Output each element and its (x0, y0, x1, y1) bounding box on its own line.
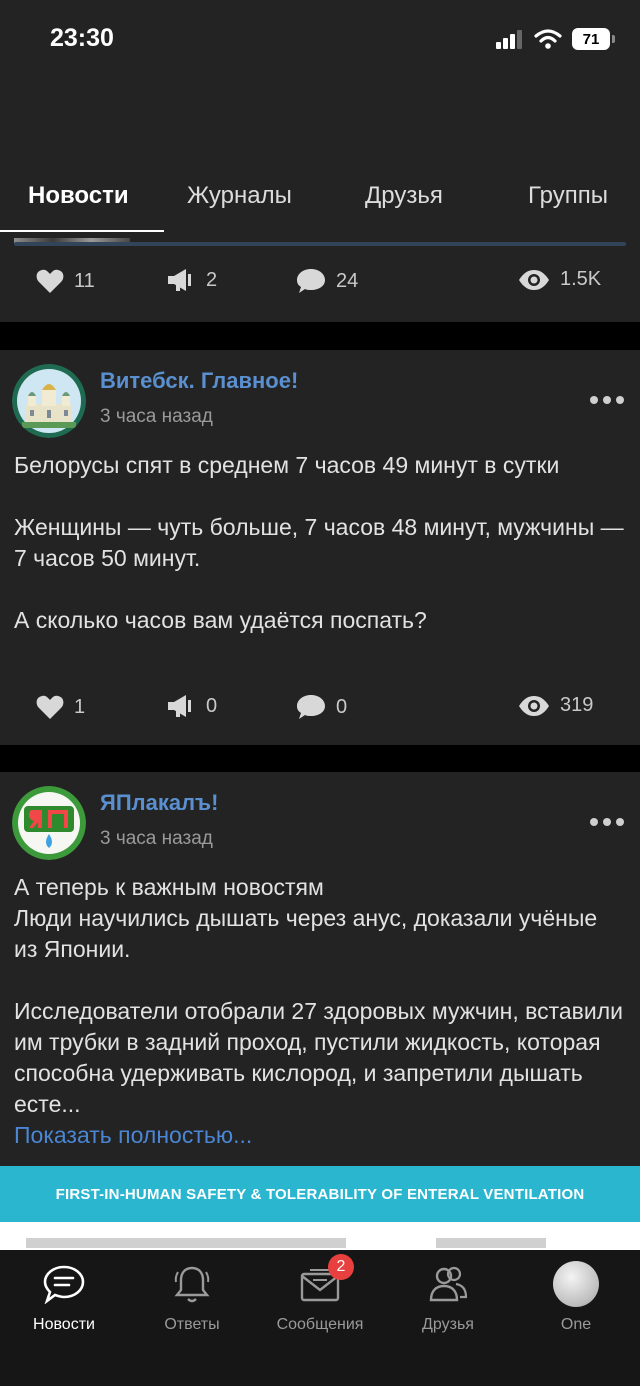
post-card-previous: 11 2 24 1.5K (0, 238, 640, 322)
post-stats: 11 2 24 1.5K (0, 268, 640, 308)
unread-badge: 2 (328, 1254, 354, 1280)
post-line: А теперь к важным новостям (14, 874, 324, 900)
post-stats: 1 0 0 319 (0, 694, 640, 734)
comment-button[interactable]: 0 (296, 694, 347, 720)
post-time: 3 часа назад (100, 406, 213, 427)
post-line (14, 481, 626, 512)
post-line: Исследователи отобрали 27 здоровых мужчи… (14, 998, 624, 1117)
yaplakal-logo-icon (12, 786, 86, 860)
tab-groups[interactable]: Группы (528, 182, 608, 210)
profile-avatar (552, 1260, 600, 1308)
nav-profile[interactable]: One (512, 1260, 640, 1334)
post-line: Женщины — чуть больше, 7 часов 48 минут,… (14, 514, 624, 571)
repost-count: 0 (206, 694, 218, 717)
tab-journals[interactable]: Журналы (187, 182, 292, 210)
view-count: 319 (560, 694, 594, 716)
post-line: Люди научились дышать через анус, доказа… (14, 905, 598, 962)
avatar (553, 1261, 599, 1307)
heart-icon (36, 269, 64, 293)
repost-count: 2 (206, 268, 218, 291)
post-image-title: FIRST-IN-HUMAN SAFETY & TOLERABILITY OF … (0, 1166, 640, 1222)
views: 319 (518, 694, 593, 717)
nav-friends[interactable]: Друзья (384, 1260, 512, 1334)
post-line: А сколько часов вам удаётся поспать? (14, 607, 427, 633)
megaphone-icon (168, 695, 191, 717)
post-text: Белорусы спят в среднем 7 часов 49 минут… (14, 450, 626, 636)
post-line (14, 965, 626, 996)
more-options-button[interactable] (590, 818, 624, 826)
screen: 23:30 71 Новости Журналы Друзья Группы 1… (0, 0, 640, 1386)
group-avatar-vitebsk[interactable] (12, 364, 86, 438)
header: 23:30 71 Новости Журналы Друзья Группы (0, 0, 640, 238)
views: 1.5K (518, 268, 601, 291)
signal-icon (496, 30, 522, 49)
comment-count: 0 (336, 695, 348, 718)
more-options-button[interactable] (590, 396, 624, 404)
nav-answers[interactable]: Ответы (128, 1260, 256, 1334)
more-dot-icon (603, 396, 611, 404)
comment-icon (297, 695, 325, 719)
more-dot-icon (590, 396, 598, 404)
repost-button[interactable]: 2 (166, 268, 217, 292)
status-time: 23:30 (50, 24, 114, 52)
post-image[interactable]: FIRST-IN-HUMAN SAFETY & TOLERABILITY OF … (0, 1166, 640, 1256)
group-avatar-yaplakal[interactable] (12, 786, 86, 860)
post-line: Белорусы спят в среднем 7 часов 49 минут… (14, 452, 560, 478)
like-button[interactable]: 11 (36, 268, 95, 294)
eye-icon (519, 269, 549, 290)
post-time: 3 часа назад (100, 828, 213, 849)
nav-label: Новости (33, 1316, 95, 1333)
like-button[interactable]: 1 (36, 694, 85, 720)
friends-icon (424, 1260, 472, 1308)
feed-tabs: Новости Журналы Друзья Группы (0, 172, 640, 232)
more-dot-icon (603, 818, 611, 826)
bottom-nav: Новости Ответы 2 Сообщения Друзья One (0, 1250, 640, 1386)
image-divider (14, 242, 626, 246)
heart-icon (36, 695, 64, 719)
nav-label: Сообщения (276, 1316, 364, 1333)
repost-button[interactable]: 0 (166, 694, 217, 718)
envelope-icon: 2 (296, 1254, 354, 1308)
group-name[interactable]: ЯПлакалъ! (100, 790, 218, 816)
vitebsk-logo-icon (12, 364, 86, 438)
eye-icon (519, 695, 549, 716)
like-count: 1 (74, 695, 86, 718)
nav-label: Ответы (164, 1316, 220, 1333)
group-name[interactable]: Витебск. Главное! (100, 368, 298, 394)
news-icon (40, 1260, 88, 1308)
comment-icon (297, 269, 325, 293)
view-count: 1.5K (560, 268, 602, 290)
status-icons: 71 (496, 28, 615, 50)
post-image-text (26, 1238, 346, 1248)
post-text: А теперь к важным новостям Люди научилис… (14, 872, 626, 1151)
more-dot-icon (616, 818, 624, 826)
more-dot-icon (590, 818, 598, 826)
comment-count: 24 (336, 269, 359, 292)
post-image-text (436, 1238, 546, 1248)
tab-friends[interactable]: Друзья (365, 182, 443, 210)
post-line (14, 574, 626, 605)
tab-news[interactable]: Новости (28, 182, 129, 210)
megaphone-icon (168, 269, 191, 291)
nav-messages[interactable]: 2 Сообщения (256, 1254, 384, 1334)
more-dot-icon (616, 396, 624, 404)
like-count: 11 (74, 269, 95, 292)
show-more-link[interactable]: Показать полностью... (14, 1120, 626, 1151)
battery-indicator: 71 (572, 28, 615, 50)
wifi-icon (534, 29, 562, 49)
nav-label: Друзья (422, 1316, 474, 1333)
nav-news[interactable]: Новости (0, 1260, 128, 1334)
nav-label: One (560, 1316, 592, 1333)
post-card: Витебск. Главное! 3 часа назад Белорусы … (0, 350, 640, 745)
bell-icon (168, 1260, 216, 1308)
active-tab-indicator (0, 230, 164, 232)
comment-button[interactable]: 24 (296, 268, 358, 294)
